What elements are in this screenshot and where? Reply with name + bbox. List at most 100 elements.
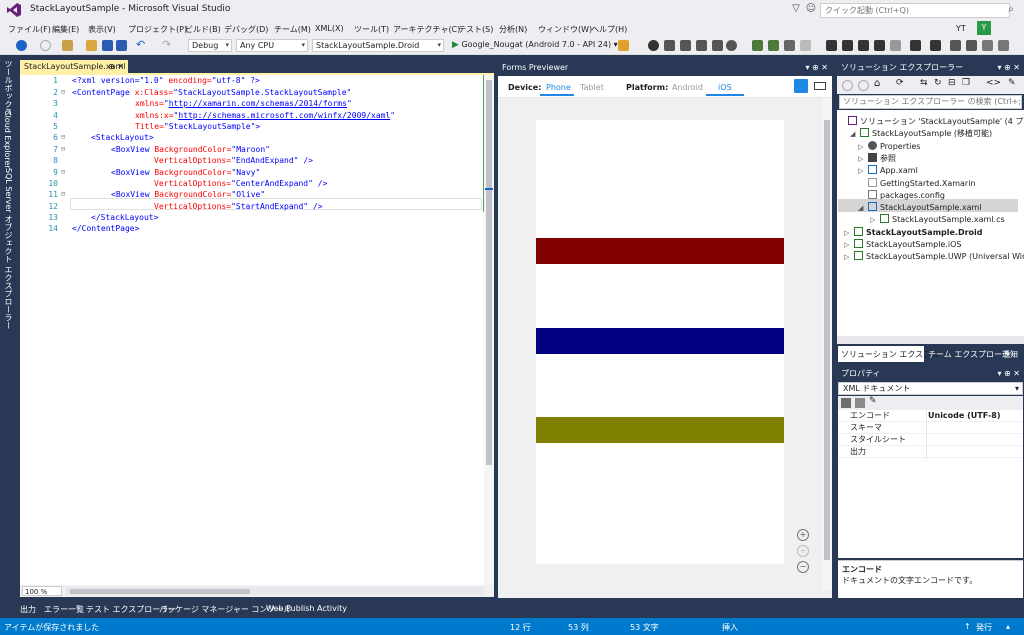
tree-item-droid[interactable]: ▷ StackLayoutSample.Droid [844,227,983,237]
se-back-icon[interactable] [842,80,853,91]
toolbar-icon-e[interactable] [826,40,837,51]
tab-output[interactable]: 出力 [20,604,36,615]
toolbar-icon-n[interactable] [982,40,993,51]
solution-config-select[interactable]: Debug ▾ [188,39,232,52]
expand-arrow-icon[interactable]: ▷ [844,229,854,237]
user-avatar[interactable]: Y [977,21,991,35]
tree-item-solution[interactable]: ソリューション 'StackLayoutSample' (4 プロジェクト) [848,116,1024,127]
portrait-orientation-button[interactable] [794,79,808,93]
pending-changes-icon[interactable]: ⇆ [920,78,928,88]
menu-edit[interactable]: 編集(E) [52,24,79,35]
tab-toolbox[interactable]: ツールボックス [3,60,14,116]
sync-icon[interactable]: ⟳ [896,78,904,88]
fold-collapse-icon[interactable]: ⊟ [61,145,71,153]
toolbar-icon-m[interactable] [966,40,977,51]
forward-icon[interactable] [40,40,51,51]
zoom-in-icon[interactable]: + [797,529,809,541]
property-row-schema[interactable]: スキーマ [838,422,1023,434]
toolbar-icon-j[interactable] [910,40,921,51]
fold-collapse-icon[interactable]: ⊟ [61,168,71,176]
tree-item-uwp[interactable]: ▷StackLayoutSample.UWP (Universal Window… [844,251,1024,261]
property-row-output[interactable]: 出力 [838,446,1023,458]
startup-project-select[interactable]: StackLayoutSample.Droid ▾ [312,39,444,52]
quick-launch-input[interactable]: クイック起動 (Ctrl+Q) [820,3,1010,18]
editor-hscroll-thumb[interactable] [70,589,250,594]
toolbar-icon-c[interactable] [784,40,795,51]
device-icon[interactable] [664,40,675,51]
tab-web-publish-activity[interactable]: Web Publish Activity [266,604,347,613]
tree-item-stacklayoutsample-xaml[interactable]: ◢ StackLayoutSample.xaml [858,202,982,212]
camera-icon[interactable] [680,40,691,51]
toolbar-icon-f[interactable] [842,40,853,51]
tree-item-portable-project[interactable]: ◢ StackLayoutSample (移植可能) [850,128,992,139]
solution-explorer-hscrollbar[interactable] [837,336,1024,344]
toolbar-icon-k[interactable] [930,40,941,51]
toolbar-icon-g[interactable] [858,40,869,51]
previewer-scroll-thumb[interactable] [824,120,830,560]
editor-tab-stacklayoutsample-xaml[interactable]: StackLayoutSample.xaml ⊕ ✕ [20,60,128,73]
tab-sql-server-object-explorer[interactable]: SQL Server オブジェクト エクスプローラー [3,168,14,330]
tab-pin-close-icons[interactable]: ⊕ ✕ [108,60,124,73]
expand-arrow-icon[interactable]: ▷ [858,155,868,163]
menu-analyze[interactable]: 分析(N) [499,24,527,35]
categorized-icon[interactable] [841,398,851,408]
tab-cloud-explorer[interactable]: Cloud Explorer [3,110,12,169]
tab-notifications[interactable]: 通知 [1002,349,1018,360]
zoom-level-select[interactable]: 100 % [22,586,62,596]
menu-window[interactable]: ウィンドウ(W) [538,24,592,35]
tab-error-list[interactable]: エラー一覧 [44,604,84,615]
menu-help[interactable]: ヘルプ(H) [591,24,627,35]
save-all-icon[interactable] [116,40,127,51]
user-name[interactable]: YT [956,24,966,33]
record-icon[interactable] [648,40,659,51]
landscape-orientation-button[interactable] [814,82,826,90]
zoom-out-icon[interactable]: − [797,561,809,573]
menu-view[interactable]: 表示(V) [88,24,116,35]
settings-icon[interactable] [726,40,737,51]
collapse-arrow-icon[interactable]: ◢ [858,204,868,212]
tree-item-ios[interactable]: ▷ StackLayoutSample.iOS [844,239,961,249]
property-row-stylesheet[interactable]: スタイルシート [838,434,1023,446]
fold-collapse-icon[interactable]: ⊟ [61,133,71,141]
pin-close-icons[interactable]: ▾ ⊕ ✕ [997,60,1020,76]
menu-tools[interactable]: ツール(T) [354,24,389,35]
tree-item-packages-config[interactable]: packages.config [868,190,945,200]
expand-arrow-icon[interactable]: ▷ [844,253,854,261]
zoom-reset-icon[interactable]: + [797,545,809,557]
property-row-encoding[interactable]: エンコード Unicode (UTF-8) [838,410,1023,422]
toolbar-icon-l[interactable] [950,40,961,51]
se-forward-icon[interactable] [858,80,869,91]
device-phone-tab[interactable]: Phone [546,83,571,92]
wrench-icon[interactable]: ✎ [869,396,877,406]
menu-project[interactable]: プロジェクト(P) [128,24,187,35]
menu-team[interactable]: チーム(M) [274,24,311,35]
filter-icon[interactable]: ▽ [790,3,802,15]
expand-arrow-icon[interactable]: ▷ [870,216,880,224]
solution-platform-select[interactable]: Any CPU ▾ [236,39,308,52]
menu-architecture[interactable]: アーキテクチャ(C) [393,24,460,35]
device-tablet-tab[interactable]: Tablet [580,83,604,92]
tree-item-references[interactable]: ▷ 参照 [858,153,896,164]
properties-object-select[interactable]: XML ドキュメント ▾ [838,382,1023,395]
editor-scroll-thumb[interactable] [486,80,492,465]
open-file-icon[interactable] [86,40,97,51]
toolbar-extension-icon[interactable] [618,40,629,51]
expand-arrow-icon[interactable]: ◢ [850,130,860,138]
refresh-icon[interactable]: ↻ [934,78,942,88]
expand-arrow-icon[interactable]: ▷ [858,167,868,175]
platform-android-tab[interactable]: Android [672,83,703,92]
properties-wrench-icon[interactable]: ✎ [1008,78,1016,88]
expand-arrow-icon[interactable]: ▷ [844,241,854,249]
menu-debug[interactable]: デバッグ(D) [224,24,268,35]
toolbar-icon-o[interactable] [998,40,1009,51]
menu-build[interactable]: ビルド(B) [185,24,221,35]
menu-file[interactable]: ファイル(F) [8,24,51,35]
solution-search-input[interactable]: ソリューション エクスプローラー の検索 (Ctrl+;) [839,95,1022,109]
toolbar-icon-d[interactable] [800,40,811,51]
toolbar-icon-h[interactable] [874,40,885,51]
feedback-icon[interactable]: ☺ [805,3,817,15]
publish-up-icon[interactable]: ↑ [964,622,971,631]
folder-icon[interactable] [696,40,707,51]
toolbar-icon-i[interactable] [890,40,901,51]
tree-item-stacklayoutsample-cs[interactable]: ▷ StackLayoutSample.xaml.cs [870,214,1005,224]
